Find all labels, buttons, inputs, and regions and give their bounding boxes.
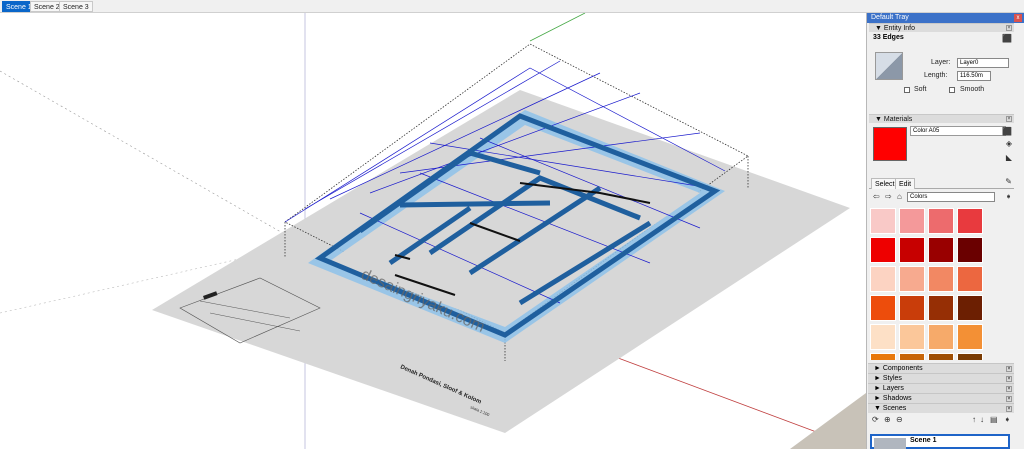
- material-swatch[interactable]: [928, 324, 954, 350]
- material-swatch[interactable]: [957, 208, 983, 234]
- soft-checkbox[interactable]: [904, 87, 910, 93]
- move-down-icon[interactable]: ↓: [980, 415, 984, 424]
- create-material-icon[interactable]: ◈: [1006, 139, 1012, 148]
- scene-tab-bar: Scene 1 Scene 2 Scene 3: [0, 0, 1024, 13]
- material-swatch[interactable]: [928, 266, 954, 292]
- length-field[interactable]: 116.50m: [957, 71, 991, 81]
- material-swatch[interactable]: [899, 208, 925, 234]
- selection-summary: 33 Edges: [873, 34, 904, 41]
- smooth-checkbox[interactable]: [949, 87, 955, 93]
- material-swatch-grid: [870, 208, 988, 360]
- tray-title: Default Tray x: [867, 13, 1024, 23]
- tray-title-text: Default Tray: [871, 14, 909, 21]
- materials-tabs: Select Edit ✎: [869, 177, 1014, 189]
- scene-thumb-name: Scene 1: [910, 437, 937, 444]
- tray-close-button[interactable]: x: [1014, 14, 1022, 22]
- smooth-label: Smooth: [960, 86, 985, 93]
- material-swatch[interactable]: [870, 266, 896, 292]
- material-swatch[interactable]: [870, 208, 896, 234]
- move-up-icon[interactable]: ↑: [972, 415, 976, 424]
- layers-panel-header[interactable]: ► Layers ×: [868, 383, 1014, 393]
- materials-header-label: ▼ Materials: [875, 116, 913, 123]
- material-swatch[interactable]: [899, 237, 925, 263]
- dotted-axis-line: [0, 70, 301, 244]
- entity-details-icon[interactable]: ⬛: [1002, 34, 1012, 43]
- material-swatch[interactable]: [899, 266, 925, 292]
- material-swatch[interactable]: [928, 237, 954, 263]
- material-swatch[interactable]: [870, 295, 896, 321]
- material-swatch[interactable]: [957, 353, 983, 360]
- material-swatch[interactable]: [870, 237, 896, 263]
- length-label: Length:: [924, 72, 948, 79]
- material-swatch[interactable]: [957, 324, 983, 350]
- forward-icon[interactable]: ⇨: [885, 192, 892, 201]
- model-drawing: desaingriyaku.com Denah Pondasi, Sloof &…: [0, 13, 866, 449]
- material-library-select[interactable]: Colors: [907, 192, 995, 202]
- add-scene-icon[interactable]: ⊕: [884, 415, 891, 424]
- tray-scrollbar[interactable]: [1014, 27, 1022, 447]
- scene-1-thumbnail[interactable]: Scene 1: [870, 434, 1010, 449]
- details-arrow-icon[interactable]: ➧: [1005, 192, 1012, 201]
- panel-close-icon[interactable]: ×: [1006, 116, 1012, 122]
- tab-edit[interactable]: Edit: [895, 178, 916, 189]
- entity-info-panel: 33 Edges ⬛ Layer: Layer0 Length: 116.50m…: [869, 32, 1014, 114]
- scenes-panel-header[interactable]: ▼ Scenes ×: [868, 403, 1014, 413]
- shadows-panel-header[interactable]: ► Shadows ×: [868, 393, 1014, 403]
- update-scene-icon[interactable]: ⟳: [872, 415, 879, 424]
- material-swatch[interactable]: [899, 295, 925, 321]
- material-swatch[interactable]: [899, 324, 925, 350]
- material-swatch[interactable]: [870, 353, 896, 360]
- layer-label: Layer:: [931, 59, 951, 66]
- entity-info-header[interactable]: ▼ Entity Info ×: [869, 23, 1014, 32]
- soft-label: Soft: [914, 86, 927, 93]
- details-icon[interactable]: ➧: [1004, 415, 1011, 424]
- remove-scene-icon[interactable]: ⊖: [896, 415, 903, 424]
- collapsed-panels: ► Components × ► Styles × ► Layers × ► Shad…: [868, 363, 1014, 427]
- materials-panel: Color A05 ⬛ ◈ ◣: [869, 123, 1014, 175]
- material-name-field[interactable]: Color A05: [910, 126, 1006, 136]
- sample-paint-icon[interactable]: ✎: [1005, 177, 1012, 186]
- material-swatch[interactable]: [928, 208, 954, 234]
- default-material-icon[interactable]: ◣: [1006, 153, 1012, 162]
- tab-scene-3[interactable]: Scene 3: [59, 1, 93, 12]
- entity-info-header-label: ▼ Entity Info: [875, 25, 916, 32]
- panel-close-icon[interactable]: ×: [1006, 25, 1012, 31]
- scene-thumbnail-image: [874, 438, 906, 449]
- components-panel-header[interactable]: ► Components ×: [868, 363, 1014, 373]
- scenes-toolbar: ⟳ ⊕ ⊖ ↑ ↓ ▤ ➧: [868, 413, 1014, 427]
- layer-select[interactable]: Layer0: [957, 58, 1009, 68]
- home-icon[interactable]: ⌂: [897, 192, 902, 201]
- material-swatch[interactable]: [870, 324, 896, 350]
- current-material-swatch[interactable]: [873, 127, 907, 161]
- model-viewport[interactable]: desaingriyaku.com Denah Pondasi, Sloof &…: [0, 13, 866, 449]
- material-swatch[interactable]: [957, 266, 983, 292]
- material-swatch[interactable]: [899, 353, 925, 360]
- material-details-icon[interactable]: ⬛: [1002, 127, 1012, 136]
- view-options-icon[interactable]: ▤: [990, 415, 998, 424]
- entity-thumbnail: [875, 52, 903, 80]
- material-swatch[interactable]: [957, 295, 983, 321]
- styles-panel-header[interactable]: ► Styles ×: [868, 373, 1014, 383]
- green-axis-line: [529, 13, 586, 42]
- material-swatch[interactable]: [928, 353, 954, 360]
- material-swatch[interactable]: [957, 237, 983, 263]
- ground-fragment: [790, 393, 866, 449]
- back-icon[interactable]: ⇦: [873, 192, 880, 201]
- material-swatch[interactable]: [928, 295, 954, 321]
- materials-nav: ⇦ ⇨ ⌂ Colors ➧: [869, 191, 1014, 205]
- materials-header[interactable]: ▼ Materials ×: [869, 114, 1014, 123]
